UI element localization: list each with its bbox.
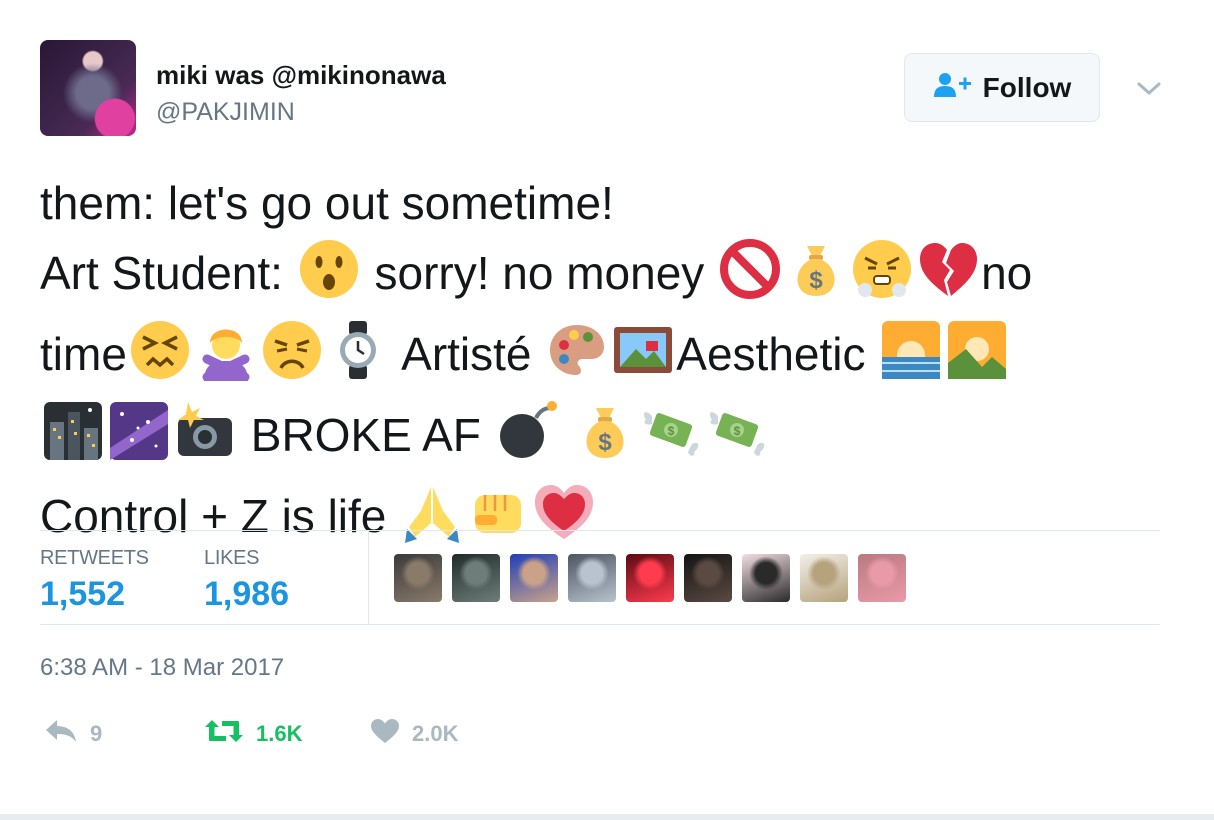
- milky-way-icon: [108, 400, 170, 481]
- follow-button[interactable]: Follow: [904, 53, 1100, 122]
- liker-avatars: [394, 554, 906, 602]
- tweet-line: them: let's go out sometime!: [40, 168, 1180, 238]
- tweet-text-segment: time: [40, 328, 127, 380]
- like-count: 2.0K: [412, 720, 459, 746]
- follow-button-label: Follow: [982, 71, 1072, 103]
- confounded-face-icon: [129, 319, 191, 400]
- sunrise-icon: [880, 319, 942, 400]
- tweet-line: BROKE AF $ $ $: [40, 400, 1180, 481]
- retweets-count[interactable]: 1,552: [40, 575, 125, 614]
- reply-button[interactable]: 9: [44, 718, 102, 749]
- hushed-face-icon: [298, 238, 360, 319]
- bomb-icon: [496, 400, 558, 481]
- money-bag-icon: $: [785, 238, 847, 319]
- author-avatar[interactable]: [40, 40, 136, 136]
- liker-avatar[interactable]: [684, 554, 732, 602]
- folded-hands-icon: [401, 481, 463, 562]
- framed-picture-icon: [612, 319, 674, 400]
- tweet-text-segment: sorry! no money: [361, 247, 718, 299]
- watch-icon: [327, 319, 389, 400]
- tweet-timestamp[interactable]: 6:38 AM - 18 Mar 2017: [40, 654, 284, 682]
- reply-count: 9: [90, 720, 103, 746]
- likes-label: LIKES: [204, 547, 260, 569]
- money-wings-icon: $: [706, 400, 768, 481]
- persevering-face-icon: [261, 319, 323, 400]
- gesture-no-icon: [195, 319, 257, 400]
- liker-avatar[interactable]: [742, 554, 790, 602]
- tweet-text: them: let's go out sometime! Art Student:…: [40, 168, 1180, 562]
- retweet-icon: [204, 718, 244, 749]
- night-city-icon: [42, 400, 104, 481]
- retweet-button[interactable]: 1.6K: [204, 718, 302, 749]
- tweet-text-segment: them: let's go out sometime!: [40, 177, 614, 229]
- tweet-line: Art Student: sorry! no money $ no: [40, 238, 1180, 319]
- liker-avatar[interactable]: [800, 554, 848, 602]
- broken-heart-icon: [917, 238, 979, 319]
- sunrise-mountains-icon: [946, 319, 1008, 400]
- chevron-down-icon[interactable]: [1134, 74, 1164, 104]
- money-wings-icon: $: [640, 400, 702, 481]
- author-display-name[interactable]: miki was @mikinonawa: [156, 60, 446, 91]
- liker-avatar[interactable]: [568, 554, 616, 602]
- growing-heart-icon: [533, 481, 595, 562]
- reply-icon: [44, 718, 78, 749]
- liker-avatar[interactable]: [510, 554, 558, 602]
- stats-divider-top: [40, 530, 1160, 531]
- svg-text:$: $: [809, 267, 823, 294]
- heart-icon: [370, 718, 400, 749]
- steam-face-icon: [851, 238, 913, 319]
- tweet-line: time Artisté Aesthetic: [40, 319, 1180, 400]
- fist-icon: [467, 481, 529, 562]
- tweet-bottom-border: [0, 814, 1214, 820]
- tweet-text-segment: Aesthetic: [676, 328, 879, 380]
- tweet-text-segment: Artisté: [390, 328, 545, 380]
- author-handle[interactable]: @PAKJIMIN: [156, 98, 295, 127]
- likes-count[interactable]: 1,986: [204, 575, 289, 614]
- palette-icon: [546, 319, 608, 400]
- follow-user-icon: [933, 72, 973, 103]
- stats-divider-bottom: [40, 624, 1160, 625]
- liker-avatar[interactable]: [394, 554, 442, 602]
- liker-avatar[interactable]: [858, 554, 906, 602]
- svg-text:$: $: [599, 429, 613, 456]
- prohibited-icon: [719, 238, 781, 319]
- tweet-text-segment: Control + Z is life: [40, 490, 400, 542]
- money-bag-icon: $: [574, 400, 636, 481]
- svg-text:$: $: [734, 424, 741, 438]
- like-button[interactable]: 2.0K: [370, 718, 458, 749]
- tweet-text-segment: BROKE AF: [238, 409, 494, 461]
- tweet-text-segment: no: [981, 247, 1033, 299]
- tweet-text-segment: Art Student:: [40, 247, 296, 299]
- liker-avatar[interactable]: [626, 554, 674, 602]
- tweet-text-segment: [560, 409, 573, 461]
- retweet-count: 1.6K: [256, 720, 303, 746]
- retweets-label: RETWEETS: [40, 547, 149, 569]
- stats-vertical-divider: [368, 531, 369, 625]
- svg-text:$: $: [668, 424, 675, 438]
- liker-avatar[interactable]: [452, 554, 500, 602]
- camera-flash-icon: [174, 400, 236, 481]
